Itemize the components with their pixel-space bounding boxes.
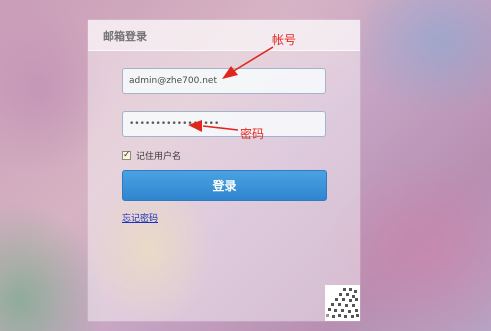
remember-checkbox[interactable]: ✓: [122, 149, 131, 160]
login-panel: 邮箱登录 ✓ 记住用户名 登录 忘记密码: [88, 20, 360, 321]
annotation-password: 密码: [240, 127, 265, 141]
remember-label: 记住用户名: [136, 151, 182, 162]
password-input[interactable]: [122, 111, 326, 137]
panel-header: 邮箱登录: [88, 20, 360, 51]
forgot-password-link[interactable]: 忘记密码: [122, 211, 158, 224]
qr-code-icon: [325, 285, 360, 321]
check-icon: ✓: [123, 149, 131, 160]
login-button[interactable]: 登录: [122, 170, 327, 201]
account-input[interactable]: [122, 68, 326, 94]
remember-username[interactable]: ✓ 记住用户名: [122, 149, 182, 162]
panel-title: 邮箱登录: [103, 30, 147, 43]
annotation-account: 帐号: [272, 33, 297, 47]
